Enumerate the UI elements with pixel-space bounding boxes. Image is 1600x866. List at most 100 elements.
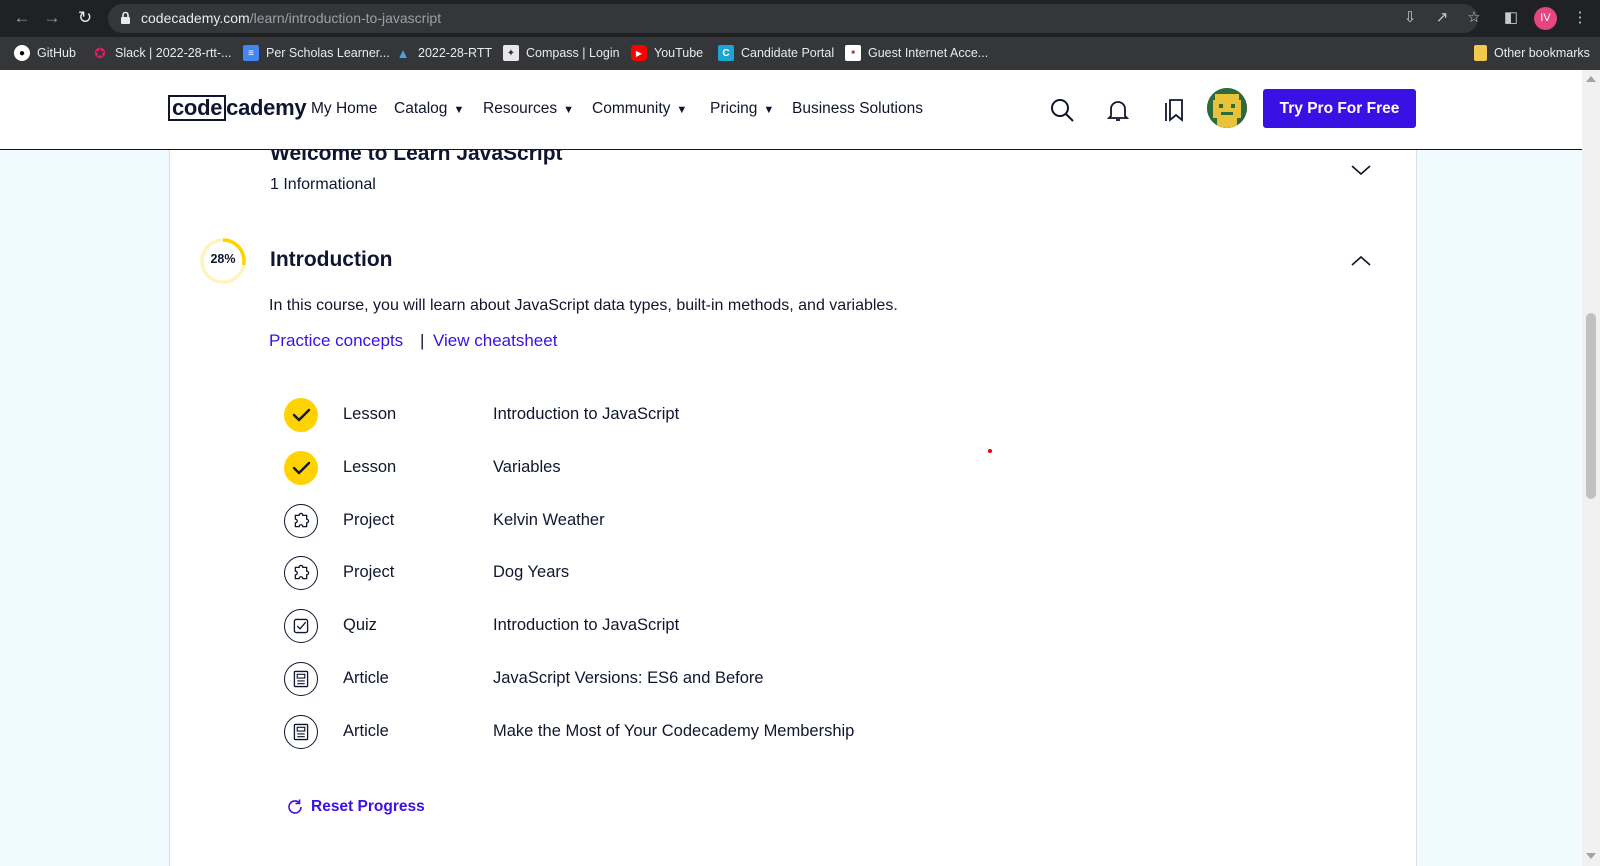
github-icon: ● [14, 45, 30, 61]
puzzle-icon [284, 504, 318, 538]
reset-progress-button[interactable]: Reset Progress [286, 798, 425, 816]
slack-icon: ✪ [94, 44, 106, 61]
check-icon [284, 398, 318, 432]
item-title[interactable]: Kelvin Weather [493, 511, 605, 530]
puzzle-icon [284, 556, 318, 590]
syllabus-item[interactable]: Project Dog Years [284, 554, 984, 590]
bookmark-star-icon[interactable]: ☆ [1464, 8, 1484, 28]
article-icon [284, 662, 318, 696]
bookmark-2022-28-rtt[interactable]: ▲ 2022-28-RTT [395, 43, 493, 63]
nav-resources[interactable]: Resources ▼ [483, 100, 574, 118]
reset-icon [288, 799, 302, 814]
item-title[interactable]: JavaScript Versions: ES6 and Before [493, 669, 764, 688]
article-icon [284, 715, 318, 749]
bookmark-per-scholas[interactable]: ≡ Per Scholas Learner... [243, 43, 390, 63]
item-title[interactable]: Dog Years [493, 563, 569, 582]
codecademy-logo[interactable]: code cademy [168, 93, 307, 123]
nav-pricing[interactable]: Pricing ▼ [710, 100, 774, 118]
youtube-icon: ▶ [631, 45, 647, 61]
syllabus-item[interactable]: Lesson Introduction to JavaScript [284, 396, 984, 432]
nav-resources-label: Resources [483, 100, 558, 117]
item-title[interactable]: Introduction to JavaScript [493, 616, 679, 635]
reset-progress-label: Reset Progress [311, 798, 425, 815]
bookmark-youtube[interactable]: ▶ YouTube [631, 43, 703, 63]
syllabus-item[interactable]: Article JavaScript Versions: ES6 and Bef… [284, 660, 984, 696]
quiz-icon [284, 609, 318, 643]
back-arrow-icon[interactable]: ← [12, 8, 32, 28]
folder-icon [1474, 45, 1487, 61]
bookmark-compass[interactable]: ✦ Compass | Login [503, 43, 620, 63]
nav-community-label: Community [592, 100, 671, 117]
scrollbar[interactable] [1582, 70, 1600, 866]
check-icon [284, 451, 318, 485]
docs-icon: ≡ [243, 45, 259, 61]
item-title[interactable]: Make the Most of Your Codecademy Members… [493, 722, 854, 741]
side-panel-icon[interactable]: ◧ [1501, 8, 1521, 28]
link-separator: | [420, 331, 425, 350]
caret-down-icon: ▼ [676, 104, 688, 116]
bookmark-label: Candidate Portal [741, 46, 835, 60]
previous-section-subtitle: 1 Informational [270, 176, 376, 193]
bookmark-slack[interactable]: ✪ Slack | 2022-28-rtt-... [92, 43, 232, 63]
install-app-icon[interactable]: ⇩ [1400, 8, 1420, 28]
graduation-cap-icon: ▲ [396, 45, 410, 61]
item-title[interactable]: Variables [493, 458, 561, 477]
profile-avatar[interactable]: IV [1534, 7, 1557, 30]
chevron-up-icon[interactable] [1350, 254, 1372, 268]
cursor-dot [988, 449, 992, 453]
bookmark-guest-internet[interactable]: ■ Guest Internet Acce... [845, 43, 988, 63]
nav-business-solutions[interactable]: Business Solutions [792, 100, 923, 118]
item-type: Project [343, 563, 395, 581]
caret-down-icon: ▼ [763, 104, 775, 116]
caret-down-icon: ▼ [563, 104, 574, 116]
item-type: Article [343, 722, 389, 740]
syllabus-item[interactable]: Quiz Introduction to JavaScript [284, 607, 984, 643]
syllabus-item[interactable]: Lesson Variables [284, 449, 984, 485]
bookmark-label: Slack | 2022-28-rtt-... [115, 46, 232, 60]
syllabus-item[interactable]: Article Make the Most of Your Codecademy… [284, 713, 984, 749]
url-domain: codecademy.com [141, 10, 250, 26]
url-text: codecademy.com/learn/introduction-to-jav… [141, 10, 441, 26]
site-header: code cademy My Home Catalog ▼ Resources ▼ C… [0, 70, 1582, 150]
bell-icon[interactable] [1105, 97, 1131, 123]
section-title[interactable]: Introduction [270, 248, 392, 272]
scroll-down-icon[interactable] [1586, 853, 1596, 859]
user-avatar[interactable] [1207, 88, 1247, 128]
item-type: Article [343, 669, 389, 687]
url-path: /learn/introduction-to-javascript [249, 10, 442, 26]
syllabus-item[interactable]: Project Kelvin Weather [284, 502, 984, 538]
logo-text: cademy [226, 95, 307, 120]
bookmark-candidate-portal[interactable]: C Candidate Portal [718, 43, 834, 63]
bookmark-label: Guest Internet Acce... [868, 46, 989, 60]
nav-my-home[interactable]: My Home [311, 100, 377, 118]
bookmark-label: Per Scholas Learner... [266, 46, 390, 60]
bookmark-label: Compass | Login [526, 46, 620, 60]
reload-icon[interactable]: ↻ [75, 8, 95, 28]
bookmark-github[interactable]: ● GitHub [14, 43, 76, 63]
forward-arrow-icon[interactable]: → [42, 8, 62, 28]
section-description: In this course, you will learn about Jav… [269, 297, 898, 314]
address-bar[interactable]: codecademy.com/learn/introduction-to-jav… [108, 4, 1478, 33]
nav-community[interactable]: Community ▼ [592, 100, 687, 118]
item-type: Lesson [343, 405, 397, 423]
chevron-down-icon[interactable] [1350, 163, 1372, 177]
scroll-up-icon[interactable] [1586, 76, 1596, 82]
bookmark-label: YouTube [654, 46, 704, 60]
bookmarks-bar: ● GitHub ✪ Slack | 2022-28-rtt-... ≡ Per… [0, 37, 1600, 70]
more-menu-icon[interactable]: ⋮ [1570, 8, 1590, 28]
search-icon[interactable] [1049, 97, 1075, 123]
bookmark-icon[interactable] [1161, 97, 1187, 123]
share-icon[interactable]: ↗ [1432, 8, 1452, 28]
item-title[interactable]: Introduction to JavaScript [493, 405, 679, 424]
nav-catalog[interactable]: Catalog ▼ [394, 100, 464, 118]
try-pro-button[interactable]: Try Pro For Free [1263, 89, 1416, 128]
lock-icon [121, 11, 130, 24]
view-cheatsheet-link[interactable]: View cheatsheet [433, 331, 557, 351]
other-bookmarks[interactable]: Other bookmarks [1474, 43, 1590, 63]
candidate-portal-icon: C [718, 45, 734, 61]
nav-pricing-label: Pricing [710, 100, 758, 117]
scroll-thumb[interactable] [1586, 313, 1596, 499]
logo-boxed-text: code [168, 95, 227, 121]
compass-icon: ✦ [503, 45, 519, 61]
practice-concepts-link[interactable]: Practice concepts [269, 331, 403, 351]
